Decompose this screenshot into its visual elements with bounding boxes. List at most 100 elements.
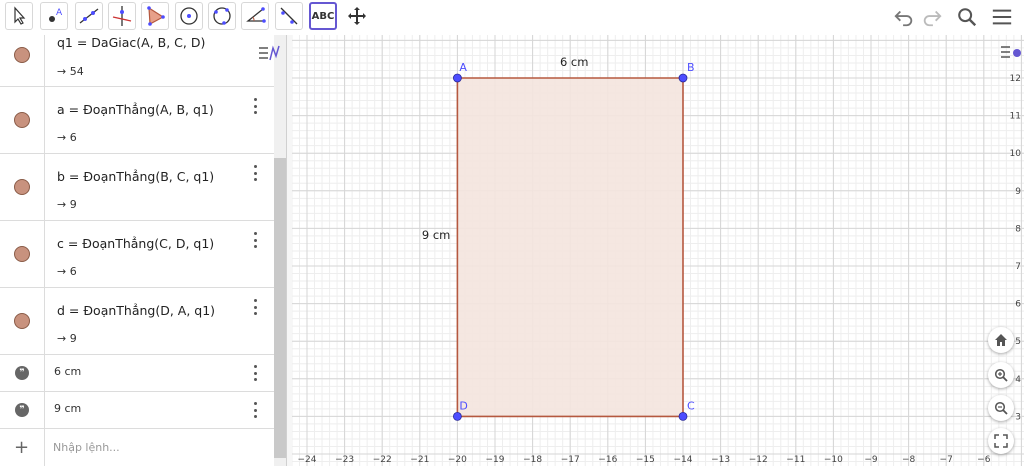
x-tick-label: −20 bbox=[448, 455, 467, 465]
perpendicular-line-icon bbox=[112, 6, 132, 26]
zoom-in-button[interactable] bbox=[988, 362, 1014, 388]
algebra-row-text2[interactable]: ❞ 9 cm bbox=[0, 392, 274, 429]
y-tick-label: 4 bbox=[1015, 375, 1021, 385]
point-label-C: C bbox=[687, 399, 695, 412]
polygon-q1 bbox=[457, 78, 683, 417]
x-tick-label: −10 bbox=[824, 455, 843, 465]
x-tick-label: −21 bbox=[410, 455, 429, 465]
point-A[interactable] bbox=[452, 73, 462, 83]
move-arrows-icon bbox=[348, 7, 366, 25]
fullscreen-button[interactable] bbox=[988, 428, 1014, 454]
redo-button[interactable] bbox=[919, 4, 945, 30]
algebra-style-toggle[interactable] bbox=[256, 42, 282, 64]
move-tool-button[interactable] bbox=[5, 2, 33, 30]
y-tick-label: 3 bbox=[1015, 412, 1021, 422]
algebra-row-q1[interactable]: q1 = DaGiac(A, B, C, D) → 54 bbox=[0, 35, 274, 87]
search-button[interactable] bbox=[954, 4, 980, 30]
style-bar-icon bbox=[1001, 46, 1021, 58]
move-graphics-view-tool-button[interactable] bbox=[343, 2, 371, 30]
x-tick-label: −12 bbox=[749, 455, 768, 465]
polygon-icon bbox=[147, 6, 165, 26]
undo-button[interactable] bbox=[891, 4, 917, 30]
algebra-definition[interactable]: q1 = DaGiac(A, B, C, D) bbox=[57, 35, 205, 50]
algebra-row-b[interactable]: b = ĐoạnThẳng(B, C, q1) → 9 bbox=[0, 154, 274, 221]
more-options-icon[interactable] bbox=[250, 98, 260, 114]
x-tick-label: −19 bbox=[486, 455, 505, 465]
visibility-toggle[interactable] bbox=[14, 313, 30, 329]
algebra-text-value[interactable]: 9 cm bbox=[54, 402, 81, 415]
algebra-row-text1[interactable]: ❞ 6 cm bbox=[0, 355, 274, 392]
graphics-view[interactable]: −24 −23 −22 −21 −20 −19 −18 −17 −16 −15 −14 −13 −12 −… bbox=[292, 35, 1024, 466]
line-tool-button[interactable] bbox=[75, 2, 103, 30]
zoom-in-icon bbox=[994, 368, 1008, 382]
circle-center-point-tool-button[interactable] bbox=[175, 2, 203, 30]
point-label-A: A bbox=[459, 61, 467, 74]
x-tick-label: −23 bbox=[335, 455, 354, 465]
point-icon: A bbox=[49, 8, 63, 22]
more-options-icon[interactable] bbox=[250, 299, 260, 315]
point-D[interactable] bbox=[452, 411, 462, 421]
quote-icon[interactable]: ❞ bbox=[15, 403, 29, 417]
algebra-value: → 6 bbox=[57, 131, 77, 144]
text-label-6cm[interactable]: 6 cm bbox=[560, 55, 589, 69]
x-tick-label: −24 bbox=[298, 455, 317, 465]
algebra-input-row[interactable]: + Nhập lệnh... bbox=[0, 429, 274, 466]
y-tick-label: 7 bbox=[1015, 262, 1021, 272]
x-tick-label: −22 bbox=[373, 455, 392, 465]
more-options-icon[interactable] bbox=[250, 365, 260, 381]
algebra-text-value[interactable]: 6 cm bbox=[54, 365, 81, 378]
y-tick-label: 10 bbox=[1010, 149, 1022, 159]
angle-icon bbox=[246, 7, 266, 23]
perpendicular-line-tool-button[interactable] bbox=[108, 2, 136, 30]
algebra-row-a[interactable]: a = ĐoạnThẳng(A, B, q1) → 6 bbox=[0, 87, 274, 154]
algebra-scrollbar[interactable] bbox=[274, 158, 286, 458]
graphics-canvas[interactable]: −24 −23 −22 −21 −20 −19 −18 −17 −16 −15 −14 −13 −12 −… bbox=[292, 35, 1024, 466]
main-menu-button[interactable] bbox=[989, 4, 1015, 30]
algebra-definition[interactable]: d = ĐoạnThẳng(D, A, q1) bbox=[57, 303, 215, 318]
algebra-definition[interactable]: c = ĐoạnThẳng(C, D, q1) bbox=[57, 236, 214, 251]
point-tool-button[interactable]: A bbox=[40, 2, 68, 30]
x-tick-label: −11 bbox=[786, 455, 805, 465]
plus-icon[interactable]: + bbox=[14, 437, 29, 458]
algebra-definition[interactable]: a = ĐoạnThẳng(A, B, q1) bbox=[57, 102, 214, 117]
angle-tool-button[interactable] bbox=[241, 2, 269, 30]
home-button[interactable] bbox=[988, 327, 1014, 353]
x-tick-label: −17 bbox=[561, 455, 580, 465]
command-input[interactable]: Nhập lệnh... bbox=[53, 441, 120, 454]
text-tool-button[interactable]: ABC bbox=[309, 2, 337, 30]
circle-three-points-icon bbox=[213, 7, 231, 25]
visibility-toggle[interactable] bbox=[14, 112, 30, 128]
text-label-9cm[interactable]: 9 cm bbox=[422, 228, 451, 242]
y-tick-label: 9 bbox=[1015, 187, 1021, 197]
algebra-view: q1 = DaGiac(A, B, C, D) → 54 a = ĐoạnThẳ… bbox=[0, 35, 286, 466]
point-C[interactable] bbox=[678, 411, 688, 421]
x-tick-label: −18 bbox=[523, 455, 542, 465]
hamburger-menu-icon bbox=[992, 9, 1012, 25]
polygon-tool-button[interactable] bbox=[141, 2, 169, 30]
algebra-row-d[interactable]: d = ĐoạnThẳng(D, A, q1) → 9 bbox=[0, 288, 274, 355]
reflect-line-icon bbox=[280, 7, 298, 25]
algebra-value: → 6 bbox=[57, 265, 77, 278]
reflect-tool-button[interactable] bbox=[275, 2, 303, 30]
x-tick-label: −13 bbox=[711, 455, 730, 465]
visibility-toggle[interactable] bbox=[14, 179, 30, 195]
more-options-icon[interactable] bbox=[250, 165, 260, 181]
circle-three-points-tool-button[interactable] bbox=[208, 2, 236, 30]
more-options-icon[interactable] bbox=[250, 232, 260, 248]
point-B[interactable] bbox=[678, 73, 688, 83]
cursor-arrow-icon bbox=[14, 6, 26, 25]
algebra-row-c[interactable]: c = ĐoạnThẳng(C, D, q1) → 6 bbox=[0, 221, 274, 288]
graphics-style-toggle[interactable] bbox=[998, 41, 1022, 63]
x-tick-label: −14 bbox=[674, 455, 693, 465]
zoom-out-icon bbox=[994, 401, 1008, 415]
svg-text:A: A bbox=[56, 8, 63, 18]
visibility-toggle[interactable] bbox=[14, 47, 30, 63]
y-tick-label: 5 bbox=[1015, 337, 1021, 347]
visibility-toggle[interactable] bbox=[14, 246, 30, 262]
quote-icon[interactable]: ❞ bbox=[15, 366, 29, 380]
zoom-out-button[interactable] bbox=[988, 395, 1014, 421]
algebra-definition[interactable]: b = ĐoạnThẳng(B, C, q1) bbox=[57, 169, 214, 184]
x-tick-label: −6 bbox=[977, 455, 991, 465]
search-icon bbox=[958, 8, 977, 27]
more-options-icon[interactable] bbox=[250, 402, 260, 418]
